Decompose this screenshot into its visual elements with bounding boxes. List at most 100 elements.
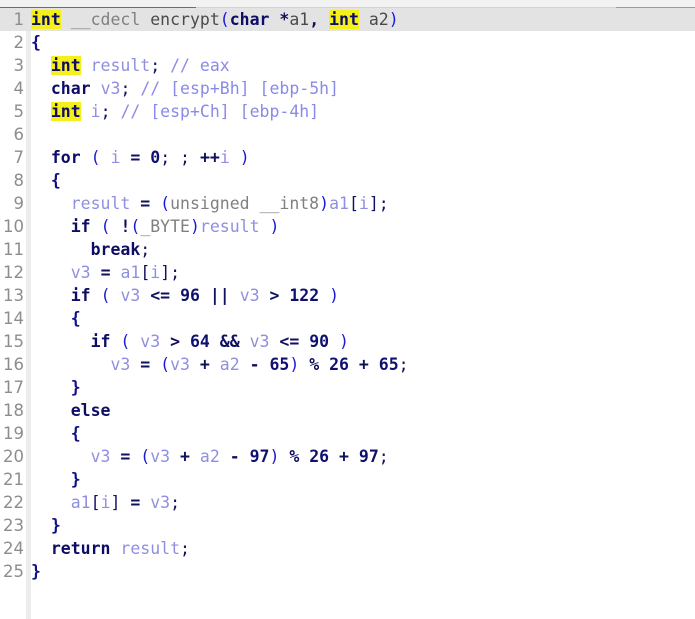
code-line-text[interactable]: else [31,399,111,422]
code-token-var[interactable]: a1 [71,493,91,512]
code-line-text[interactable]: a1[i] = v3; [31,491,180,514]
code-line-text[interactable]: v3 = (v3 + a2 - 97) % 26 + 97; [31,445,389,468]
code-token-op: <= [150,286,171,305]
code-token-var[interactable]: v3 [71,263,91,282]
code-token-var[interactable]: i [359,194,369,213]
code-token-var[interactable]: result [120,539,180,558]
code-token-var[interactable]: i [111,148,121,167]
code-line[interactable]: 12 v3 = a1[i]; [0,261,695,284]
code-token-var[interactable]: a1 [329,194,349,213]
code-token-var[interactable]: v3 [120,286,140,305]
code-line-text[interactable]: } [31,376,81,399]
code-line[interactable]: 4 char v3; // [esp+Bh] [ebp-5h] [0,77,695,100]
code-line[interactable]: 24 return result; [0,537,695,560]
code-token-punct [299,355,309,374]
code-line[interactable]: 16 v3 = (v3 + a2 - 65) % 26 + 65; [0,353,695,376]
code-line-text[interactable]: { [31,422,81,445]
code-token-var[interactable]: result [91,56,151,75]
code-line[interactable]: 6 [0,123,695,146]
code-line-text[interactable]: int result; // eax [31,54,230,77]
code-line-text[interactable]: break; [31,238,151,261]
code-line-text[interactable]: if ( v3 > 64 && v3 <= 90 ) [31,330,349,353]
code-line-text[interactable]: int i; // [esp+Ch] [ebp-4h] [31,100,319,123]
pseudocode-editor[interactable]: 1 int __cdecl encrypt(char *a1, int a2) 2{… [0,8,695,619]
code-line[interactable]: 5 int i; // [esp+Ch] [ebp-4h] [0,100,695,123]
code-line-text[interactable]: if ( v3 <= 96 || v3 > 122 ) [31,284,339,307]
code-line-text[interactable]: char v3; // [esp+Bh] [ebp-5h] [31,77,339,100]
code-token-punct [140,148,150,167]
line-number: 17 [3,378,24,397]
line-number: 13 [3,286,24,305]
code-line-text[interactable]: { [31,307,81,330]
code-line[interactable]: 3 int result; // eax [0,54,695,77]
code-line-text[interactable]: if ( !(_BYTE)result ) [31,215,280,238]
code-line[interactable]: 25} [0,560,695,583]
code-token-func[interactable]: a1 [289,10,309,29]
code-line[interactable]: 17 } [0,376,695,399]
code-token-var[interactable]: v3 [110,355,130,374]
code-token-var[interactable]: v3 [150,447,170,466]
code-line[interactable]: 15 if ( v3 > 64 && v3 <= 90 ) [0,330,695,353]
code-line-text[interactable]: v3 = a1[i]; [31,261,180,284]
code-line[interactable]: 8 { [0,169,695,192]
code-token-var[interactable]: v3 [150,493,170,512]
code-token-var[interactable]: i [101,493,111,512]
code-line[interactable]: 7 for ( i = 0; ; ++i ) [0,146,695,169]
code-line[interactable]: 22 a1[i] = v3; [0,491,695,514]
code-token-func[interactable]: a2 [369,10,389,29]
code-token-var[interactable]: a1 [120,263,140,282]
code-line-text[interactable]: int __cdecl encrypt(char *a1, int a2) [31,8,399,31]
code-line[interactable]: 20 v3 = (v3 + a2 - 97) % 26 + 97; [0,445,695,468]
code-line-list[interactable]: 1 int __cdecl encrypt(char *a1, int a2) 2{… [0,8,695,583]
code-token-kw: else [70,401,111,420]
code-token-var[interactable]: v3 [140,332,160,351]
code-token-kwhl: int [50,56,81,75]
code-line-text[interactable]: } [31,468,81,491]
code-line-text[interactable]: v3 = (v3 + a2 - 65) % 26 + 65; [31,353,408,376]
code-line[interactable]: 1 int __cdecl encrypt(char *a1, int a2) [0,8,695,31]
code-line[interactable]: 11 break; [0,238,695,261]
code-token-punct: [ [140,263,151,282]
code-line-text[interactable]: } [31,514,61,537]
code-line[interactable]: 18 else [0,399,695,422]
code-line-text[interactable]: return result; [31,537,190,560]
code-line[interactable]: 21 } [0,468,695,491]
code-token-paren: ( [140,447,151,466]
code-token-op: + [339,447,349,466]
code-token-punct [120,493,130,512]
code-token-var[interactable]: a2 [220,355,240,374]
code-line[interactable]: 9 result = (unsigned __int8)a1[i]; [0,192,695,215]
code-line[interactable]: 10 if ( !(_BYTE)result ) [0,215,695,238]
code-token-var[interactable]: result [200,217,260,236]
code-line-text[interactable]: for ( i = 0; ; ++i ) [31,146,250,169]
code-token-var[interactable]: i [150,263,160,282]
code-line-text[interactable]: { [31,31,41,54]
code-line-text[interactable]: { [31,169,61,192]
code-token-paren: ) [339,332,349,351]
code-token-var[interactable]: a2 [200,447,220,466]
code-token-kw: break [90,240,141,259]
code-line-text[interactable]: result = (unsigned __int8)a1[i]; [31,192,389,215]
code-token-var[interactable]: v3 [91,447,111,466]
code-token-paren: ) [289,355,300,374]
code-token-punct [170,447,180,466]
code-token-var[interactable]: i [91,102,101,121]
window-chrome-strip [0,0,695,8]
code-token-var[interactable]: v3 [250,332,270,351]
code-token-var[interactable]: v3 [170,355,190,374]
code-token-func[interactable]: encrypt [150,10,220,29]
code-token-var[interactable]: i [220,148,230,167]
code-token-punct [130,194,140,213]
code-token-op: && [219,332,240,351]
code-token-var[interactable]: v3 [240,286,260,305]
code-line[interactable]: 13 if ( v3 <= 96 || v3 > 122 ) [0,284,695,307]
code-line-text[interactable]: } [31,560,41,583]
code-line[interactable]: 14 { [0,307,695,330]
code-token-var[interactable]: v3 [101,79,121,98]
code-token-var[interactable]: result [71,194,131,213]
code-token-type: unsigned __int8 [170,194,320,213]
code-line[interactable]: 2{ [0,31,695,54]
code-token-punct: ; ; [160,148,200,167]
code-line[interactable]: 23 } [0,514,695,537]
code-line[interactable]: 19 { [0,422,695,445]
